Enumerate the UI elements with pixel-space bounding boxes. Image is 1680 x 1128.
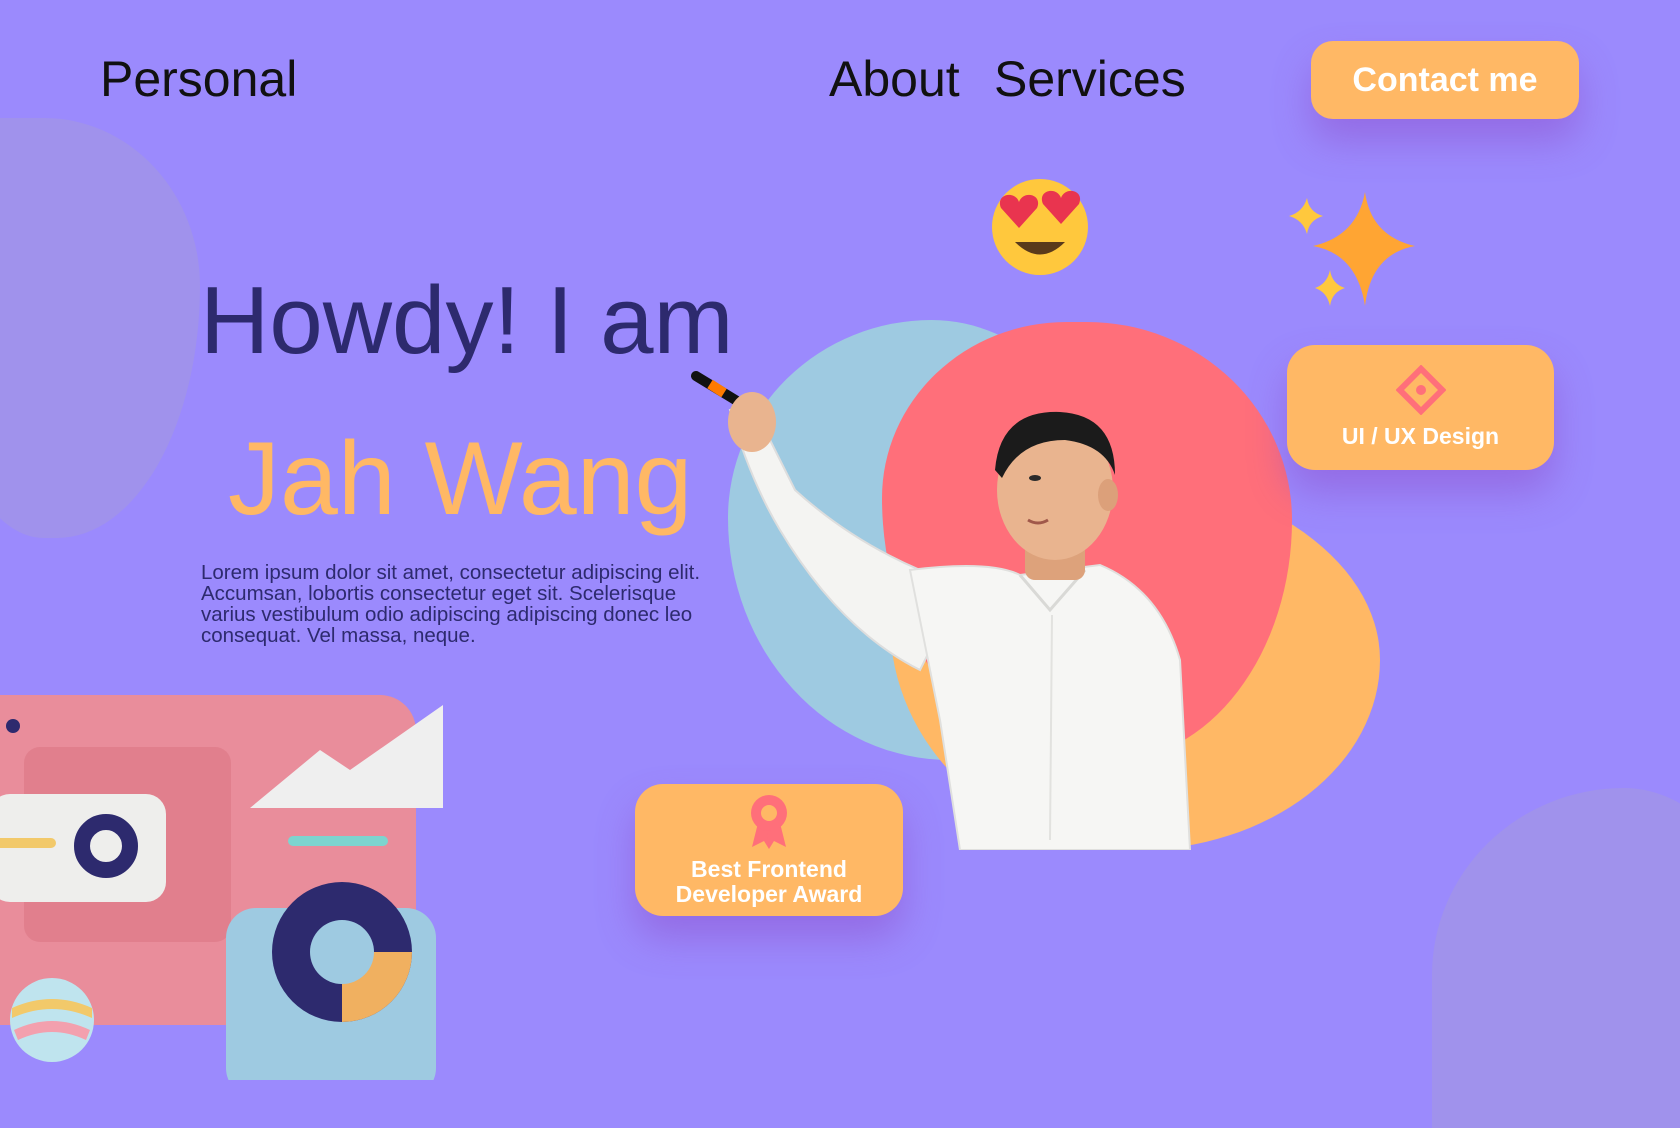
- nav-about-link[interactable]: About: [829, 50, 960, 108]
- contact-me-button[interactable]: Contact me: [1311, 41, 1579, 119]
- dashboard-illustration: [0, 695, 443, 1080]
- hero-greeting: Howdy! I am: [200, 267, 734, 374]
- brand-logo[interactable]: Personal: [100, 50, 297, 108]
- hero-person-illustration: [691, 371, 1192, 850]
- hero-name: Jah Wang: [228, 421, 693, 537]
- sparkles-icon: [1289, 192, 1415, 306]
- award-ribbon-icon: [751, 795, 787, 849]
- award-card-line1: Best Frontend: [691, 856, 847, 882]
- hero-description: Lorem ipsum dolor sit amet, consectetur …: [201, 561, 701, 647]
- award-card[interactable]: Best Frontend Developer Award: [635, 784, 903, 916]
- nav-services-link[interactable]: Services: [994, 50, 1186, 108]
- pen-icon: [691, 371, 747, 409]
- uiux-card-label: UI / UX Design: [1341, 423, 1500, 449]
- decorative-blob-right: [1432, 788, 1680, 1128]
- diamond-icon: [1395, 365, 1446, 415]
- heart-eyes-emoji-icon: [992, 179, 1088, 275]
- uiux-design-card[interactable]: UI / UX Design: [1287, 345, 1554, 470]
- decorative-blob-left: [0, 118, 200, 538]
- award-card-line2: Developer Award: [675, 881, 863, 907]
